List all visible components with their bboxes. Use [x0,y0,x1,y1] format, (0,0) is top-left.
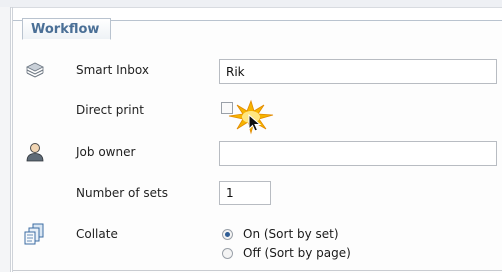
collate-on-label: On (Sort by set) [243,227,339,241]
tab-workflow[interactable]: Workflow [22,18,111,40]
number-of-sets-field[interactable] [219,181,271,205]
direct-print-label: Direct print [76,103,144,117]
collate-on-radio[interactable] [222,228,233,240]
collate-off-label: Off (Sort by page) [243,246,351,260]
collate-option-on[interactable]: On (Sort by set) [222,227,339,241]
smart-inbox-field[interactable] [219,59,497,84]
panel-bottom-border [13,270,502,271]
mouse-cursor-icon [248,113,262,134]
inbox-tray-icon [24,58,46,80]
user-icon [24,141,46,163]
smart-inbox-label: Smart Inbox [76,63,149,77]
job-owner-field[interactable] [219,141,497,166]
left-rail [0,7,11,272]
window-top-strip [0,0,502,8]
collate-option-off[interactable]: Off (Sort by page) [222,246,351,260]
number-of-sets-label: Number of sets [76,186,168,200]
job-owner-label: Job owner [76,145,136,159]
collate-off-radio[interactable] [222,247,233,259]
collate-pages-icon [24,223,46,245]
collate-label: Collate [76,227,118,241]
